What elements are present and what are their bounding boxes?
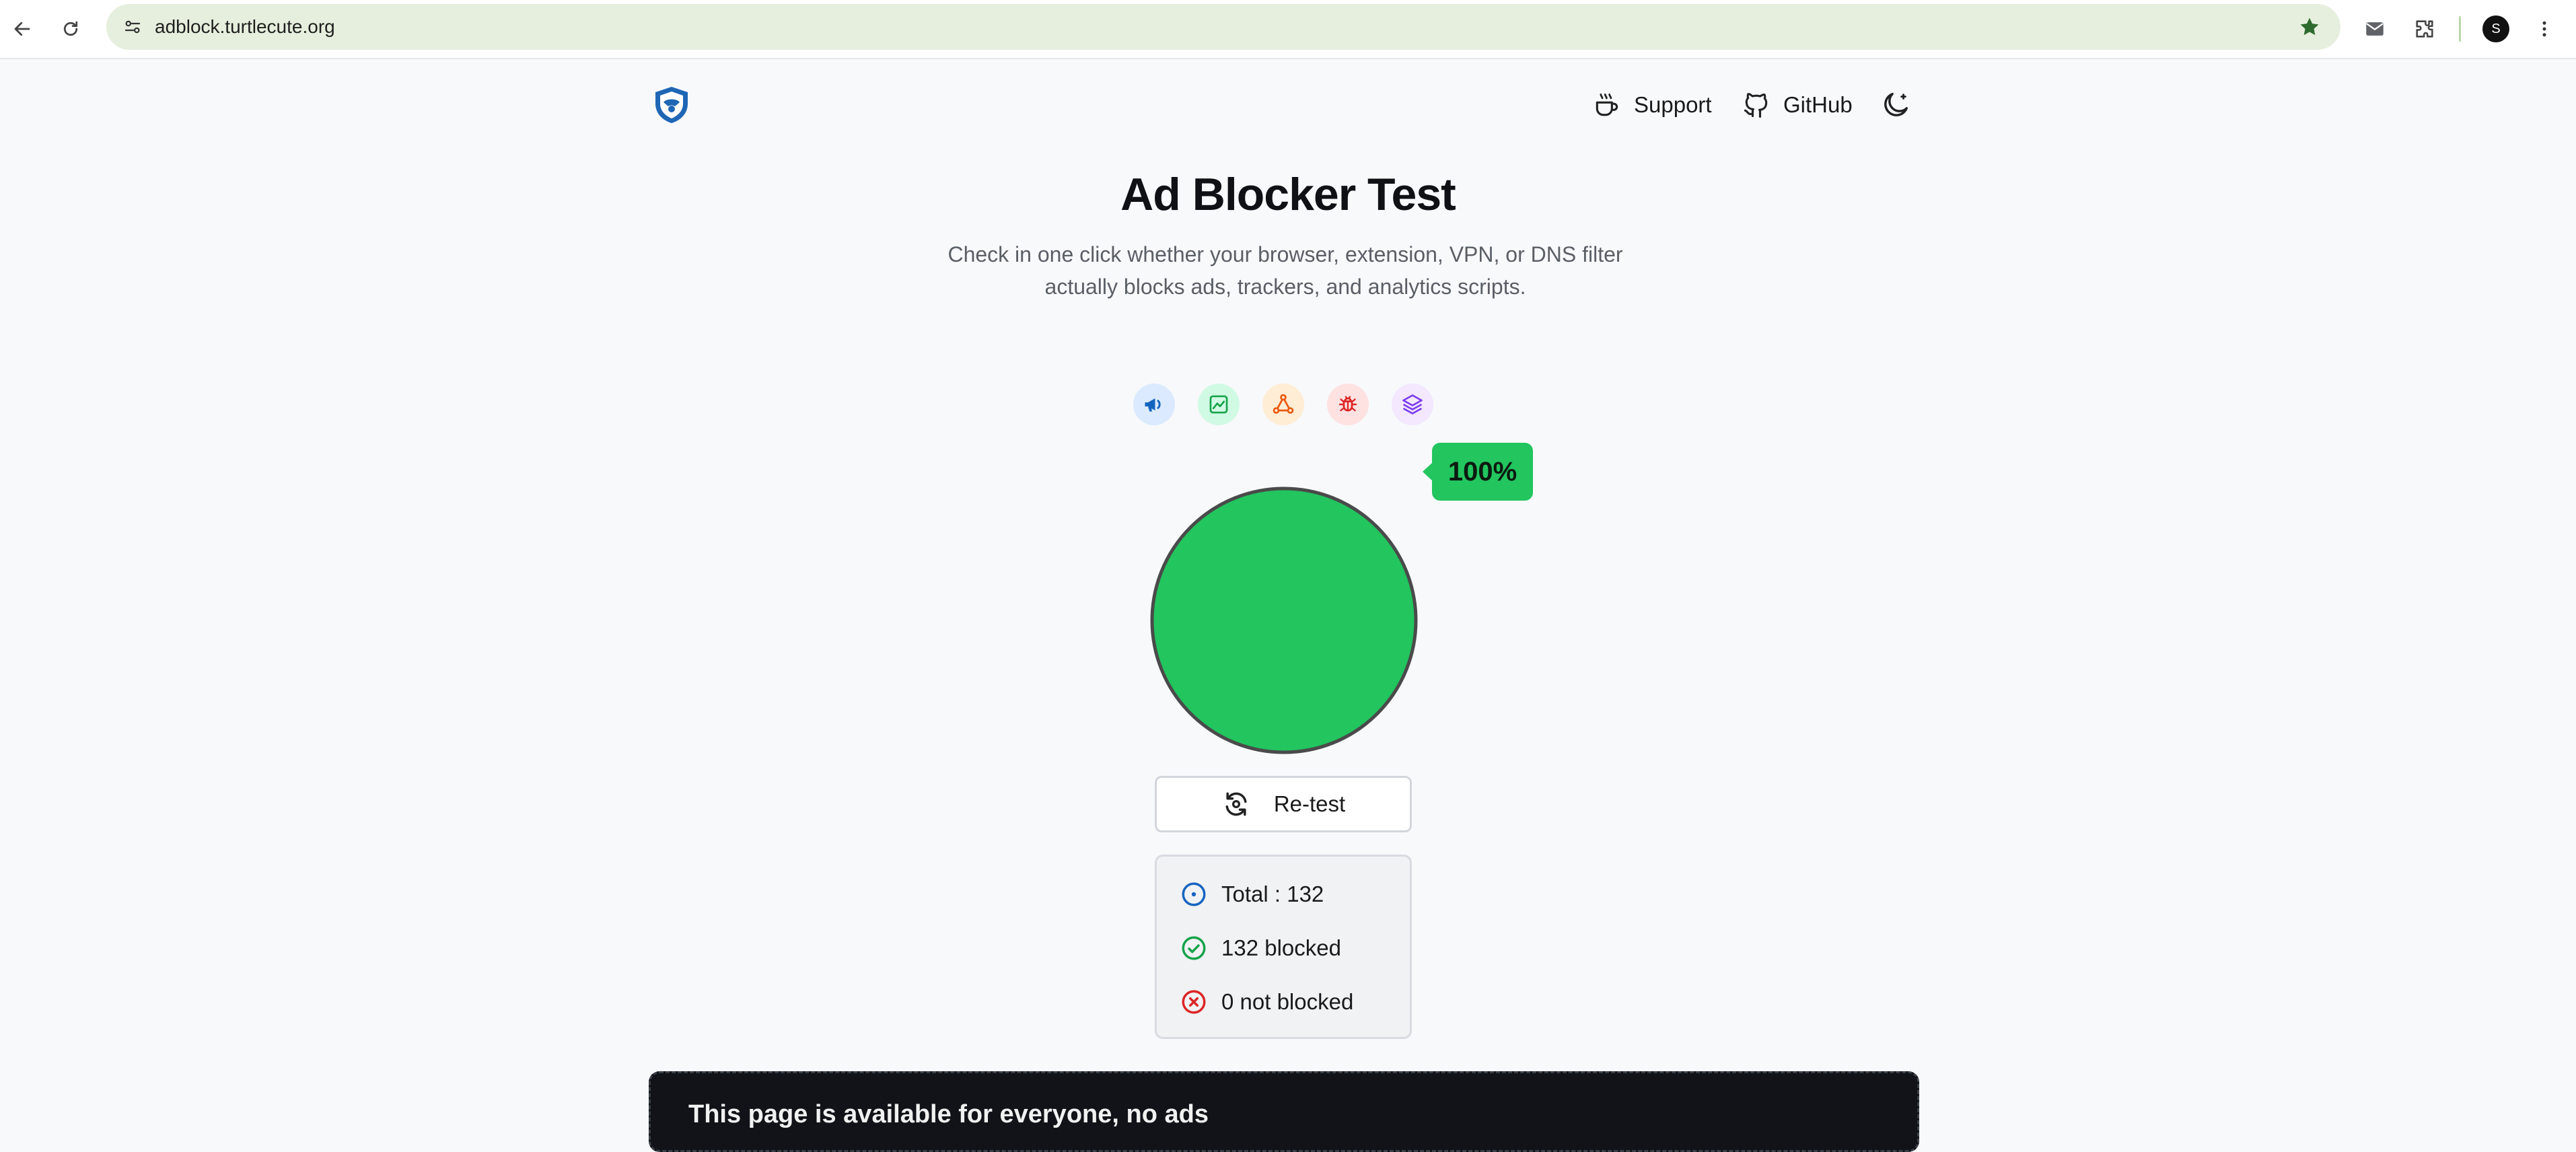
coffee-icon	[1592, 90, 1622, 120]
percent-badge: 100%	[1423, 443, 1533, 501]
stat-blocked-text: 132 blocked	[1221, 935, 1341, 960]
site-info-icon[interactable]	[117, 11, 148, 42]
subtitle-line-2: actually blocks ads, trackers, and analy…	[1044, 275, 1526, 299]
extensions-icon[interactable]	[2409, 13, 2440, 44]
analytics-chart-icon[interactable]	[1198, 384, 1240, 425]
back-icon[interactable]	[7, 13, 38, 44]
reload-icon[interactable]	[55, 13, 86, 44]
tracker-network-icon[interactable]	[1262, 384, 1304, 425]
moon-icon	[1880, 89, 1911, 120]
avatar-letter: S	[2482, 15, 2509, 42]
result-pie-chart	[1149, 486, 1419, 755]
retest-label: Re-test	[1273, 791, 1346, 816]
bookmark-star-icon[interactable]	[2295, 12, 2324, 42]
github-link[interactable]: GitHub	[1742, 85, 1853, 125]
profile-avatar[interactable]: S	[2480, 13, 2511, 44]
stat-not-blocked-text: 0 not blocked	[1221, 989, 1354, 1014]
check-circle-icon	[1180, 934, 1208, 962]
address-bar[interactable]: adblock.turtlecute.org	[106, 4, 2340, 50]
stat-not-blocked: 0 not blocked	[1180, 983, 1353, 1021]
bug-icon[interactable]	[1327, 384, 1369, 425]
github-label: GitHub	[1783, 92, 1853, 117]
refresh-icon	[1221, 789, 1251, 819]
notice-text: This page is available for everyone, no …	[688, 1100, 1209, 1128]
stat-total-text: Total : 132	[1221, 881, 1324, 906]
dark-mode-toggle[interactable]	[1880, 85, 1911, 125]
stat-total: Total : 132	[1180, 875, 1324, 913]
stat-blocked: 132 blocked	[1180, 929, 1341, 967]
notice-panel: This page is available for everyone, no …	[649, 1071, 1919, 1152]
page-title: Ad Blocker Test	[1120, 169, 1456, 220]
retest-button[interactable]: Re-test	[1155, 776, 1412, 832]
browser-toolbar: adblock.turtlecute.org S	[0, 0, 2576, 59]
support-label: Support	[1634, 92, 1712, 117]
support-link[interactable]: Support	[1592, 85, 1712, 125]
kebab-menu-icon[interactable]	[2529, 13, 2560, 44]
mail-icon[interactable]	[2359, 13, 2390, 44]
github-icon	[1742, 90, 1771, 120]
x-circle-icon	[1180, 988, 1208, 1016]
shield-logo-icon[interactable]	[653, 85, 690, 125]
target-icon	[1180, 880, 1208, 908]
toolbar-divider	[2459, 16, 2461, 42]
url-text[interactable]: adblock.turtlecute.org	[155, 4, 335, 50]
megaphone-icon[interactable]	[1133, 384, 1175, 425]
layers-icon[interactable]	[1392, 384, 1433, 425]
page-subtitle: Check in one click whether your browser,…	[922, 238, 1649, 303]
stats-panel: Total : 132 132 blocked 0 not blocked	[1155, 855, 1412, 1039]
subtitle-line-1: Check in one click whether your browser,…	[947, 242, 1623, 266]
